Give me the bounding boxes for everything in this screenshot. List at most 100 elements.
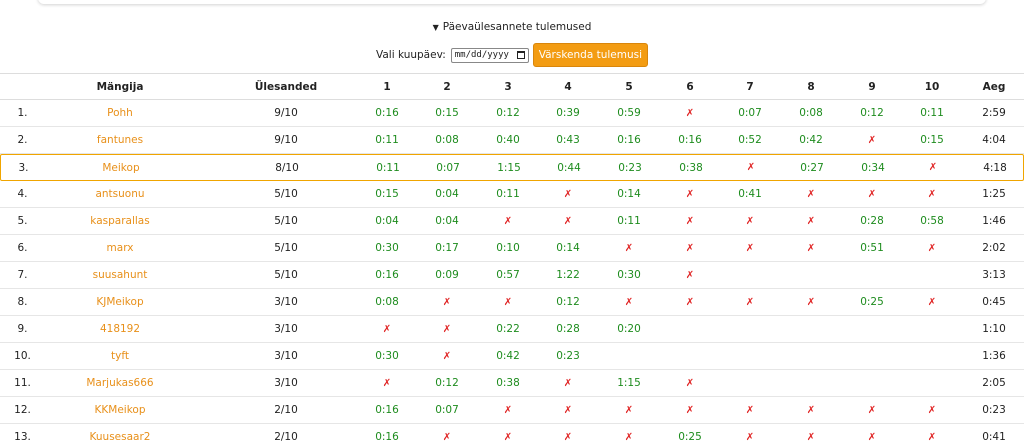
result-time: 0:42 (799, 134, 823, 146)
fail-mark-icon: ✗ (685, 377, 695, 389)
result-time: 0:25 (678, 431, 702, 443)
empty-result-cell (599, 343, 659, 369)
top-card-edge (38, 0, 986, 4)
total-time-cell: 0:45 (982, 296, 1006, 308)
result-time: 0:38 (496, 377, 520, 389)
empty-result-cell (902, 262, 962, 288)
empty-result-cell (660, 343, 720, 369)
total-time-cell: 1:46 (982, 215, 1006, 227)
total-time-cell: 2:59 (982, 107, 1006, 119)
table-row: 11. Marjukas666 3/10 ✗ 0:12 0:38 ✗ 1:15 ✗ 2:05 (0, 370, 1024, 397)
fail-mark-icon: ✗ (563, 431, 573, 443)
player-link[interactable]: KKMeikop (50, 397, 190, 423)
result-time: 0:38 (679, 161, 703, 174)
empty-result-cell (842, 370, 902, 396)
result-time: 1:15 (497, 161, 521, 174)
player-link[interactable]: Pohh (50, 100, 190, 126)
player-link[interactable]: fantunes (50, 127, 190, 153)
player-link[interactable]: Marjukas666 (50, 370, 190, 396)
player-link[interactable]: antsuonu (50, 181, 190, 207)
header-task-4: 4 (564, 80, 572, 93)
fail-mark-icon: ✗ (503, 296, 513, 308)
table-row: 1. Pohh 9/10 0:16 0:15 0:12 0:39 0:59 ✗ 0:07 0:08 0… (0, 100, 1024, 127)
result-time: 0:16 (375, 269, 399, 281)
empty-result-cell (842, 316, 902, 342)
empty-result-cell (781, 316, 841, 342)
tasks-cell: 5/10 (274, 269, 298, 281)
fail-mark-icon: ✗ (745, 215, 755, 227)
result-time: 0:07 (738, 107, 762, 119)
results-title: Päevaülesannete tulemused (442, 21, 592, 33)
fail-mark-icon: ✗ (563, 377, 573, 389)
refresh-results-button[interactable]: Värskenda tulemusi (532, 43, 649, 67)
tasks-cell: 5/10 (274, 188, 298, 200)
date-input[interactable]: mm/dd/yyyy (450, 47, 529, 63)
header-task-2: 2 (443, 80, 451, 93)
total-time-cell: 0:23 (982, 404, 1006, 416)
result-time: 0:27 (800, 161, 824, 174)
header-task-3: 3 (504, 80, 512, 93)
result-time: 0:58 (920, 215, 944, 227)
total-time-cell: 2:05 (982, 377, 1006, 389)
result-time: 0:52 (738, 134, 762, 146)
tasks-cell: 2/10 (274, 404, 298, 416)
header-task-10: 10 (924, 80, 940, 93)
fail-mark-icon: ✗ (685, 188, 695, 200)
result-time: 0:04 (435, 188, 459, 200)
table-row: 5. kasparallas 5/10 0:04 0:04 ✗ ✗ 0:11 ✗ ✗ ✗ 0:28 0:… (0, 208, 1024, 235)
rank-cell: 13. (14, 431, 31, 443)
header-task-9: 9 (868, 80, 876, 93)
fail-mark-icon: ✗ (563, 404, 573, 416)
fail-mark-icon: ✗ (382, 323, 392, 335)
player-link[interactable]: KJMeikop (50, 289, 190, 315)
table-row: 13. Kuusesaar2 2/10 0:16 ✗ ✗ ✗ ✗ 0:25 ✗ ✗ ✗ ✗ 0:41 (0, 424, 1024, 448)
fail-mark-icon: ✗ (745, 404, 755, 416)
result-time: 0:11 (376, 161, 400, 174)
fail-mark-icon: ✗ (745, 242, 755, 254)
result-time: 0:11 (617, 215, 641, 227)
header-time: Aeg (982, 80, 1006, 93)
results-table: Mängija Ülesanded 1 2 3 4 5 6 7 8 9 10 A… (0, 73, 1024, 448)
rank-cell: 12. (14, 404, 31, 416)
empty-result-cell (842, 262, 902, 288)
player-link[interactable]: suusahunt (50, 262, 190, 288)
result-time: 1:22 (556, 269, 580, 281)
fail-mark-icon: ✗ (806, 215, 816, 227)
player-link[interactable]: kasparallas (50, 208, 190, 234)
date-input-placeholder: mm/dd/yyyy (454, 50, 509, 60)
player-link[interactable]: marx (50, 235, 190, 261)
empty-result-cell (720, 370, 780, 396)
fail-mark-icon: ✗ (927, 188, 937, 200)
table-row: 3. Meikop 8/10 0:11 0:07 1:15 0:44 0:23 0:38 ✗ 0:2… (0, 154, 1024, 181)
result-time: 0:16 (375, 404, 399, 416)
result-time: 0:20 (617, 323, 641, 335)
fail-mark-icon: ✗ (624, 404, 634, 416)
result-time: 0:11 (375, 134, 399, 146)
result-time: 0:40 (496, 134, 520, 146)
result-time: 0:57 (496, 269, 520, 281)
empty-result-cell (660, 316, 720, 342)
result-time: 0:08 (375, 296, 399, 308)
fail-mark-icon: ✗ (503, 431, 513, 443)
player-link[interactable]: Meikop (51, 155, 191, 180)
result-time: 0:15 (435, 107, 459, 119)
tasks-cell: 5/10 (274, 215, 298, 227)
results-summary-toggle[interactable]: ▼ Päevaülesannete tulemused (0, 21, 1024, 33)
empty-result-cell (720, 262, 780, 288)
result-time: 0:16 (617, 134, 641, 146)
result-time: 0:30 (617, 269, 641, 281)
result-time: 0:12 (556, 296, 580, 308)
player-link[interactable]: Kuusesaar2 (50, 424, 190, 448)
date-label: Vali kuupäev: (375, 49, 446, 61)
player-link[interactable]: tyft (50, 343, 190, 369)
empty-result-cell (902, 370, 962, 396)
empty-result-cell (781, 370, 841, 396)
header-task-6: 6 (686, 80, 694, 93)
fail-mark-icon: ✗ (685, 215, 695, 227)
table-body: 1. Pohh 9/10 0:16 0:15 0:12 0:39 0:59 ✗ 0:07 0:08 0… (0, 100, 1024, 448)
table-header: Mängija Ülesanded 1 2 3 4 5 6 7 8 9 10 A… (0, 73, 1024, 100)
result-time: 0:10 (496, 242, 520, 254)
player-link[interactable]: 418192 (50, 316, 190, 342)
calendar-icon[interactable] (516, 51, 525, 59)
fail-mark-icon: ✗ (745, 431, 755, 443)
